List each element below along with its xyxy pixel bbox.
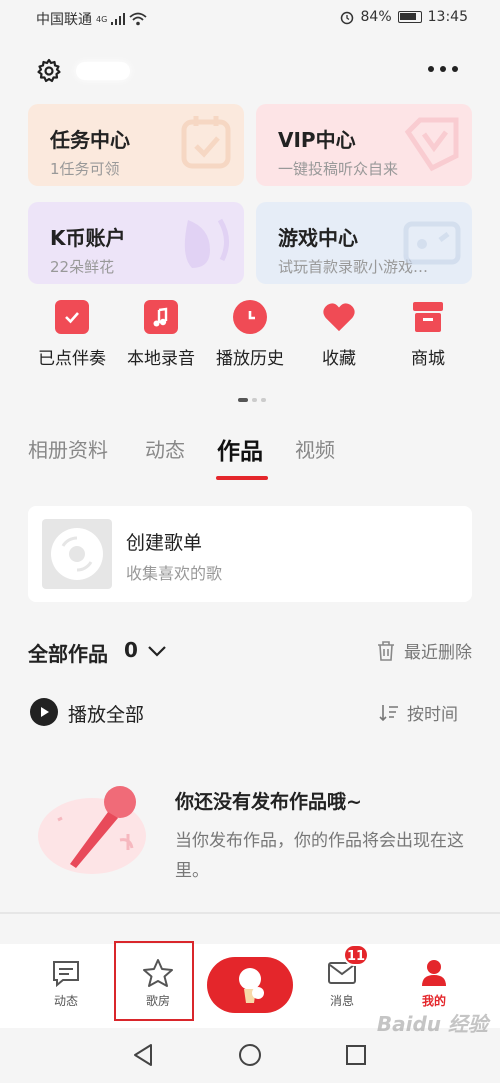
sort-by-time-button[interactable]: 按时间 <box>379 700 458 725</box>
heart-icon <box>322 300 356 334</box>
clock-time: 13:45 <box>427 9 468 25</box>
page-dot <box>252 398 257 402</box>
card-kcoin-account[interactable]: K币账户 22朵鲜花 <box>28 202 244 284</box>
feed-icon <box>26 958 106 988</box>
sort-icon <box>379 704 398 721</box>
card-subtitle: 一键投稿听众自来 <box>278 160 399 178</box>
network-label: 4G <box>96 14 108 24</box>
more-options-button[interactable] <box>428 62 464 76</box>
playlist-subtitle: 收集喜欢的歌 <box>126 564 223 583</box>
alarm-icon <box>340 11 353 25</box>
back-icon[interactable] <box>132 1043 154 1067</box>
status-bar: 中国联通 4G 84% 13:45 <box>0 0 500 36</box>
person-icon <box>394 958 474 988</box>
shortcut-store[interactable]: 商城 <box>383 300 473 369</box>
dot-icon <box>452 66 458 72</box>
nav-label: 我的 <box>421 994 446 1008</box>
shortcut-label: 本地录音 <box>127 349 195 369</box>
playlist-title: 创建歌单 <box>126 532 203 554</box>
nav-mine[interactable]: 我的 <box>394 958 474 1009</box>
card-title: VIP中心 <box>278 128 356 152</box>
shortcut-label: 商城 <box>411 349 445 369</box>
top-bar <box>0 50 500 94</box>
tab-videos[interactable]: 视频 <box>295 434 335 463</box>
diamond-icon <box>404 117 459 172</box>
card-title: K币账户 <box>50 226 126 250</box>
flower-icon <box>184 218 229 268</box>
record-button[interactable] <box>207 957 293 1013</box>
mail-icon <box>302 958 382 988</box>
trash-icon <box>378 640 394 661</box>
gamepad-icon <box>403 221 461 265</box>
shortcut-play-history[interactable]: 播放历史 <box>205 300 295 369</box>
works-filter-label[interactable]: 全部作品 <box>28 638 108 667</box>
works-count: 0 <box>124 638 138 662</box>
status-left: 中国联通 4G <box>36 9 147 29</box>
watermark: Baidu 经验 <box>376 1012 488 1036</box>
tab-album-profile[interactable]: 相册资料 <box>28 434 108 463</box>
carrier-label: 中国联通 <box>36 12 92 28</box>
chevron-down-icon[interactable] <box>146 640 168 662</box>
home-icon[interactable] <box>238 1043 262 1067</box>
username-redacted <box>76 62 130 80</box>
dot-icon <box>428 66 434 72</box>
battery-icon <box>397 11 422 23</box>
shortcut-local-recording[interactable]: 本地录音 <box>116 300 206 369</box>
wifi-icon <box>129 12 147 26</box>
shortcut-favorites[interactable]: 收藏 <box>294 300 384 369</box>
battery-percent: 84% <box>360 9 392 25</box>
checkmark-icon <box>55 300 89 334</box>
shortcut-label: 收藏 <box>322 349 356 369</box>
shortcut-label: 播放历史 <box>216 349 284 369</box>
playlist-cover <box>42 519 112 589</box>
microphone-icon <box>239 968 264 1003</box>
clock-icon <box>233 300 267 334</box>
works-header: 全部作品 0 最近删除 <box>28 636 472 666</box>
active-tab-indicator <box>216 476 268 480</box>
play-all-button[interactable]: 播放全部 <box>68 700 144 727</box>
shortcut-selected-accompaniment[interactable]: 已点伴奏 <box>27 300 117 369</box>
empty-state-title: 你还没有发布作品哦~ <box>175 791 362 813</box>
card-vip-center[interactable]: VIP中心 一键投稿听众自来 <box>256 104 472 186</box>
dot-icon <box>440 66 446 72</box>
status-right: 84% 13:45 <box>339 9 468 25</box>
store-icon <box>411 300 445 334</box>
tab-works[interactable]: 作品 <box>217 432 263 466</box>
signal-icon <box>111 13 126 25</box>
card-subtitle: 1任务可领 <box>50 160 120 178</box>
nav-label: 动态 <box>53 994 78 1008</box>
empty-state-description: 当你发布作品，你的作品将会出现在这里。 <box>175 831 464 881</box>
card-task-center[interactable]: 任务中心 1任务可领 <box>28 104 244 186</box>
message-badge: 11 <box>343 944 369 966</box>
nav-feed[interactable]: 动态 <box>26 958 106 1009</box>
card-title: 游戏中心 <box>278 226 358 250</box>
page-dot <box>261 398 266 402</box>
recent-delete-label: 最近删除 <box>404 643 472 663</box>
create-playlist-card[interactable]: 创建歌单 收集喜欢的歌 <box>28 506 472 602</box>
gear-icon[interactable] <box>36 58 62 84</box>
card-title: 任务中心 <box>50 128 130 152</box>
page-indicator <box>238 398 266 402</box>
tab-feed[interactable]: 动态 <box>145 434 185 463</box>
recent-delete-button[interactable]: 最近删除 <box>376 638 472 663</box>
card-game-center[interactable]: 游戏中心 试玩首款录歌小游戏… <box>256 202 472 284</box>
play-row: 播放全部 按时间 <box>28 696 472 728</box>
card-subtitle: 22朵鲜花 <box>50 258 115 276</box>
nav-messages[interactable]: 消息 <box>302 958 382 1009</box>
profile-tabs: 相册资料 动态 作品 视频 <box>0 432 500 480</box>
nav-label: 消息 <box>329 994 354 1008</box>
play-icon[interactable] <box>30 698 58 726</box>
sort-label: 按时间 <box>407 705 458 725</box>
calendar-icon <box>181 116 231 169</box>
shortcut-label: 已点伴奏 <box>38 349 106 369</box>
recents-icon[interactable] <box>345 1044 367 1066</box>
page-dot-active <box>238 398 248 402</box>
highlight-box <box>114 941 194 1021</box>
disc-icon <box>51 528 103 580</box>
divider <box>0 912 500 914</box>
shortcut-row: 已点伴奏 本地录音 播放历史 收藏 商城 <box>0 300 500 380</box>
microphone-illustration <box>38 786 146 874</box>
music-note-icon <box>144 300 178 334</box>
